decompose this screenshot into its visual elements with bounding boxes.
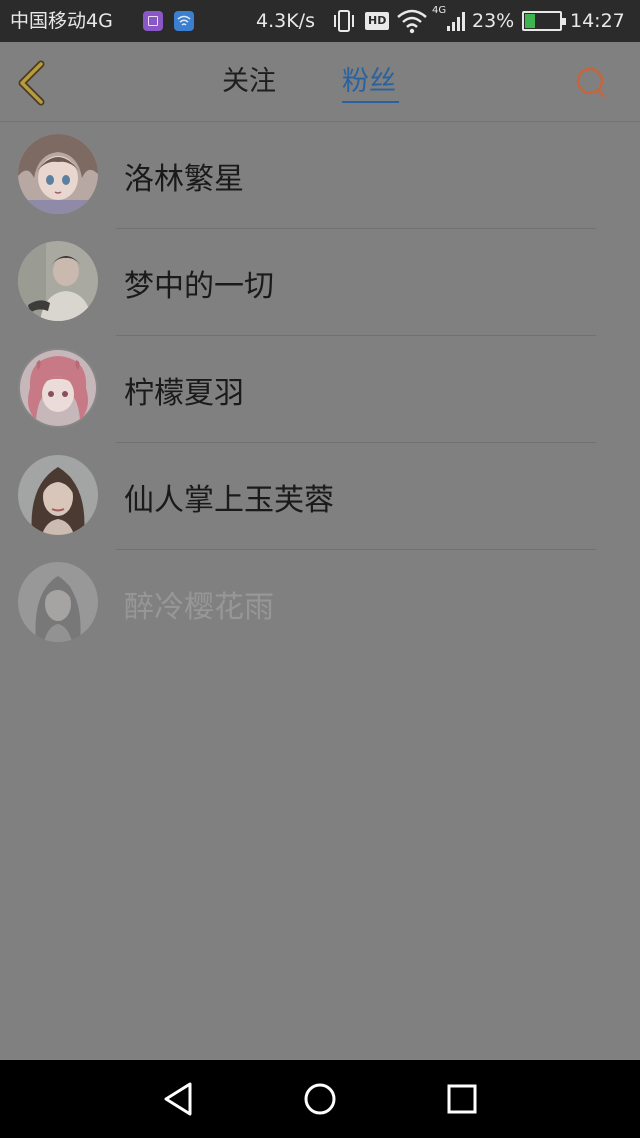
nav-recent-icon[interactable] (442, 1079, 482, 1119)
young-man-avatar[interactable] (18, 241, 98, 321)
fans-list: 洛林繁星 梦中的一切 柠檬夏羽 仙人掌上玉芙蓉 醉冷樱花雨 (0, 122, 640, 657)
list-item[interactable]: 洛林繁星 (0, 122, 640, 229)
pink-anime-avatar[interactable] (18, 348, 98, 428)
signal-icon (446, 0, 468, 42)
list-item[interactable]: 仙人掌上玉芙蓉 (0, 443, 640, 550)
search-icon[interactable] (574, 66, 608, 100)
woman-portrait-avatar[interactable] (18, 455, 98, 535)
fan-name: 醉冷樱花雨 (124, 590, 274, 625)
back-chevron-icon[interactable] (14, 60, 50, 106)
battery-charging-icon (522, 11, 566, 31)
hd-icon: HD (365, 12, 390, 30)
tab-fans[interactable]: 粉丝 (342, 62, 396, 102)
vibrate-icon (332, 0, 356, 42)
tab-following[interactable]: 关注 (222, 62, 276, 102)
list-item[interactable]: 柠檬夏羽 (0, 336, 640, 443)
clock: 14:27 (570, 10, 625, 32)
status-bar: 中国移动4G 4.3K/s HD 4G 23% 14:27 (0, 0, 640, 42)
system-nav-bar (0, 1060, 640, 1138)
network-speed: 4.3K/s (256, 10, 315, 32)
nav-home-icon[interactable] (300, 1079, 340, 1119)
wifi-icon (396, 0, 428, 42)
battery-percent: 23% (472, 10, 515, 32)
fan-name: 柠檬夏羽 (124, 376, 244, 411)
gallery-app-icon (143, 11, 163, 31)
network-type: 4G (432, 5, 447, 16)
active-tab-indicator (342, 101, 399, 103)
list-item[interactable]: 梦中的一切 (0, 229, 640, 336)
fan-name: 梦中的一切 (124, 269, 274, 304)
fan-name: 洛林繁星 (124, 162, 244, 197)
wifi-app-icon (174, 11, 194, 31)
carrier-label: 中国移动4G (10, 10, 113, 32)
top-bar: 关注 粉丝 (0, 42, 640, 122)
anime-girl-avatar[interactable] (18, 134, 98, 214)
nav-back-icon[interactable] (158, 1079, 198, 1119)
girl-photo-avatar[interactable] (18, 562, 98, 642)
list-item[interactable]: 醉冷樱花雨 (0, 550, 640, 657)
fan-name: 仙人掌上玉芙蓉 (124, 483, 334, 518)
